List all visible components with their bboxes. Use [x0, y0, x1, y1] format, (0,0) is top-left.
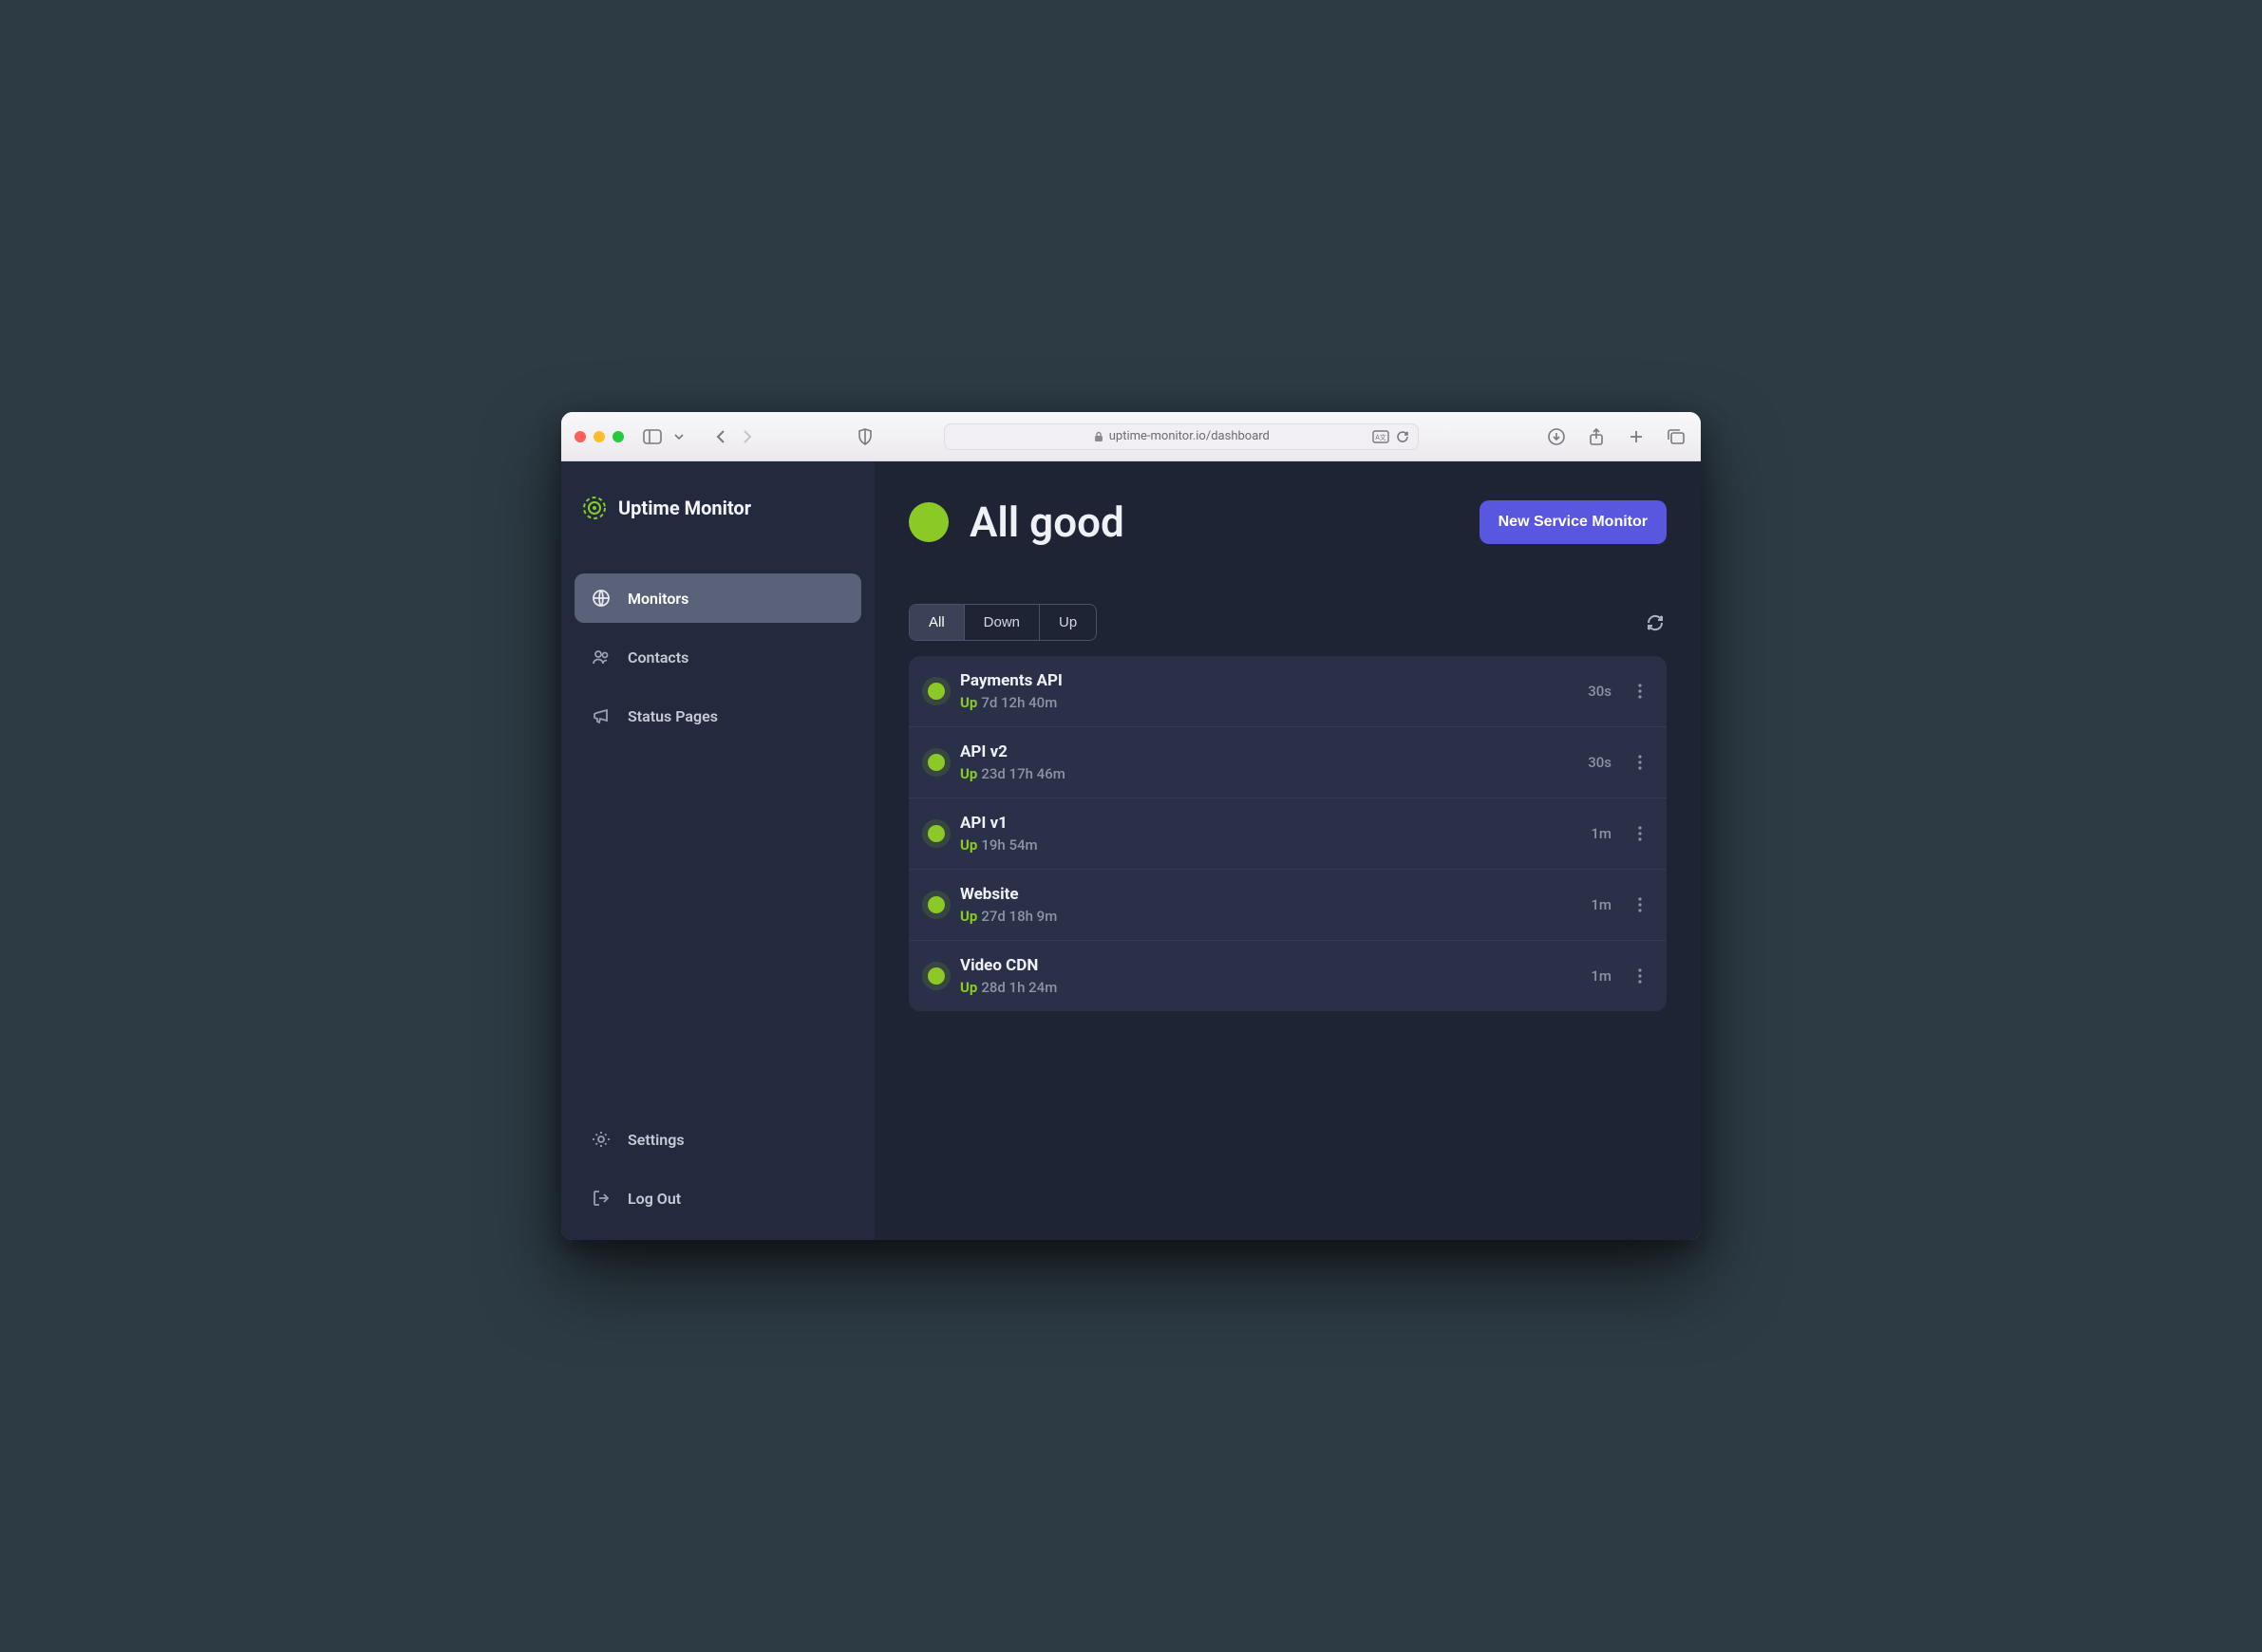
sidebar-toggle-icon[interactable] [641, 425, 664, 448]
tabs-overview-icon[interactable] [1665, 425, 1687, 448]
row-menu-button[interactable] [1632, 968, 1648, 984]
window-controls [575, 431, 624, 442]
filter-tab-all[interactable]: All [910, 605, 965, 640]
brand: Uptime Monitor [575, 488, 861, 547]
page-title: All good [909, 497, 1124, 547]
status-dot-icon [928, 683, 945, 700]
status-text: All good [970, 497, 1124, 547]
sidebar: Uptime Monitor Monitors Contacts [561, 461, 875, 1240]
monitor-interval: 30s [1588, 683, 1612, 700]
page-header: All good New Service Monitor [909, 497, 1667, 547]
monitor-uptime: Up19h 54m [960, 836, 1575, 854]
monitor-name: API v1 [960, 814, 1575, 833]
monitor-uptime: Up27d 18h 9m [960, 908, 1575, 925]
filter-segmented-control: All Down Up [909, 604, 1097, 641]
monitor-row[interactable]: Website Up27d 18h 9m 1m [909, 870, 1667, 941]
svg-text:A文: A文 [1376, 433, 1387, 441]
monitor-row[interactable]: API v1 Up19h 54m 1m [909, 798, 1667, 870]
shield-icon[interactable] [854, 425, 877, 448]
monitor-name: Website [960, 885, 1575, 904]
sidebar-item-label: Log Out [628, 1190, 681, 1208]
monitor-interval: 1m [1591, 967, 1612, 985]
row-menu-button[interactable] [1632, 826, 1648, 841]
main-content: All good New Service Monitor All Down Up [875, 461, 1701, 1240]
lock-icon [1094, 431, 1103, 442]
monitor-uptime: Up28d 1h 24m [960, 979, 1575, 996]
gear-icon [592, 1130, 611, 1149]
monitor-uptime: Up23d 17h 46m [960, 765, 1573, 782]
monitor-name: Video CDN [960, 956, 1575, 975]
monitor-interval: 1m [1591, 825, 1612, 842]
back-button[interactable] [709, 425, 732, 448]
browser-titlebar: uptime-monitor.io/dashboard A文 [561, 412, 1701, 461]
downloads-icon[interactable] [1545, 425, 1568, 448]
brand-name: Uptime Monitor [618, 497, 751, 519]
status-dot-icon [928, 754, 945, 771]
row-menu-button[interactable] [1632, 897, 1648, 912]
sidebar-item-status-pages[interactable]: Status Pages [575, 691, 861, 741]
row-menu-button[interactable] [1632, 684, 1648, 699]
sidebar-item-logout[interactable]: Log Out [575, 1173, 861, 1223]
minimize-window-button[interactable] [594, 431, 605, 442]
monitor-name: API v2 [960, 742, 1573, 761]
users-icon [592, 648, 611, 666]
filter-tab-up[interactable]: Up [1040, 605, 1096, 640]
status-dot-icon [928, 896, 945, 913]
filter-tab-down[interactable]: Down [965, 605, 1040, 640]
status-dot-icon [928, 825, 945, 842]
forward-button[interactable] [736, 425, 759, 448]
share-icon[interactable] [1585, 425, 1608, 448]
monitor-interval: 1m [1591, 896, 1612, 913]
sidebar-item-label: Monitors [628, 590, 688, 608]
footer-nav: Settings Log Out [575, 1115, 861, 1223]
sidebar-item-label: Status Pages [628, 707, 718, 725]
monitor-interval: 30s [1588, 754, 1612, 771]
brand-logo-icon [582, 496, 607, 520]
monitor-name: Payments API [960, 671, 1573, 690]
reload-icon[interactable] [1395, 429, 1410, 444]
refresh-button[interactable] [1644, 611, 1667, 634]
status-indicator-icon [909, 502, 949, 542]
filters-row: All Down Up [909, 604, 1667, 641]
zoom-window-button[interactable] [613, 431, 624, 442]
monitor-uptime: Up7d 12h 40m [960, 694, 1573, 711]
status-dot-icon [928, 967, 945, 985]
monitor-row[interactable]: Payments API Up7d 12h 40m 30s [909, 656, 1667, 727]
app-body: Uptime Monitor Monitors Contacts [561, 461, 1701, 1240]
primary-nav: Monitors Contacts Status Pages [575, 573, 861, 741]
monitors-list: Payments API Up7d 12h 40m 30s API v2 Up2… [909, 656, 1667, 1011]
globe-icon [592, 589, 611, 608]
monitor-row[interactable]: API v2 Up23d 17h 46m 30s [909, 727, 1667, 798]
sidebar-item-label: Settings [628, 1131, 685, 1149]
sidebar-item-monitors[interactable]: Monitors [575, 573, 861, 623]
close-window-button[interactable] [575, 431, 586, 442]
url-bar[interactable]: uptime-monitor.io/dashboard A文 [944, 423, 1419, 450]
sidebar-item-label: Contacts [628, 648, 688, 666]
logout-icon [592, 1189, 611, 1208]
row-menu-button[interactable] [1632, 755, 1648, 770]
new-tab-icon[interactable] [1625, 425, 1648, 448]
new-service-monitor-button[interactable]: New Service Monitor [1480, 500, 1667, 544]
reader-icon[interactable]: A文 [1372, 428, 1389, 445]
monitor-row[interactable]: Video CDN Up28d 1h 24m 1m [909, 941, 1667, 1011]
megaphone-icon [592, 706, 611, 725]
sidebar-item-settings[interactable]: Settings [575, 1115, 861, 1164]
browser-window: uptime-monitor.io/dashboard A文 [561, 412, 1701, 1240]
chevron-down-icon[interactable] [668, 425, 690, 448]
url-text: uptime-monitor.io/dashboard [1109, 429, 1270, 443]
sidebar-item-contacts[interactable]: Contacts [575, 632, 861, 682]
